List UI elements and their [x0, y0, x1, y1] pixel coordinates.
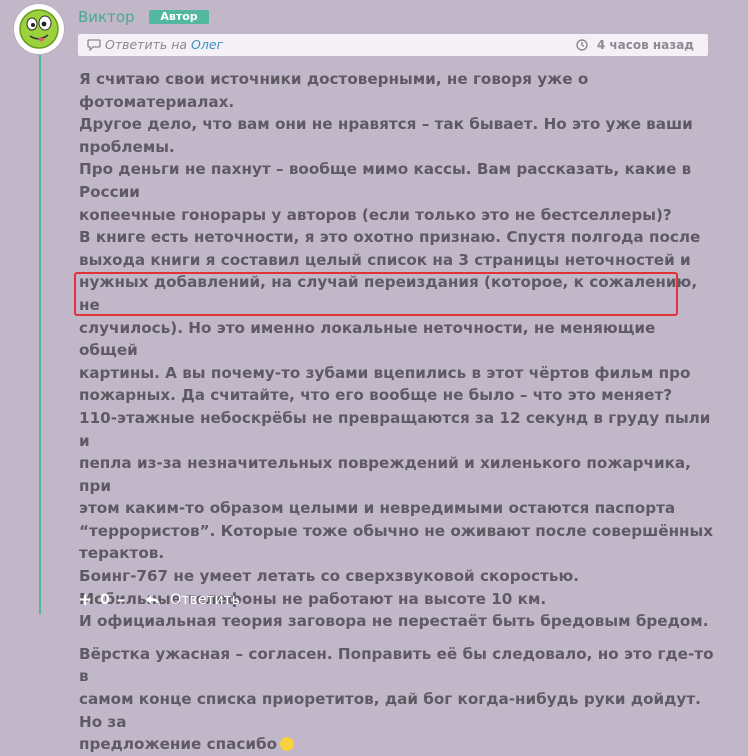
comment-line: пожарных. Да считайте, что его вообще не…	[79, 386, 673, 405]
comment-line: пепла из-за незначительных повреждений и…	[79, 454, 691, 495]
highlight-annotation-box	[74, 272, 678, 316]
vote-up-button[interactable]: +	[78, 590, 92, 610]
comment-line: Я считаю свои источники достоверными, не…	[79, 70, 589, 111]
author-badge: Автор	[149, 10, 209, 24]
author-name[interactable]: Виктор	[78, 8, 135, 26]
comment-timestamp[interactable]: 4 часов назад	[597, 34, 694, 56]
comment-line: копеечные гонорары у авторов (если тольк…	[79, 205, 672, 224]
comment-line: И официальная теория заговора не переста…	[79, 612, 709, 631]
avatar[interactable]	[14, 4, 64, 54]
smile-emoji-icon	[280, 737, 295, 752]
clock-icon	[576, 39, 588, 51]
comment-line: Боинг-767 не умеет летать со сверхзвуков…	[79, 567, 579, 586]
vote-down-button[interactable]: –	[117, 590, 126, 610]
vote-count: 0	[100, 592, 110, 608]
comment-line: терактов.	[79, 544, 165, 563]
comment-line: “террористов”. Которые тоже обычно не ож…	[79, 521, 714, 540]
comment-paragraph-2: Вёрстка ужасная – согласен. Поправить её…	[79, 643, 719, 756]
comment-footer: + 0 – Ответить	[78, 590, 240, 610]
reply-arrow-icon[interactable]	[145, 594, 161, 606]
reply-context-bar: Ответить на Олег 4 часов назад	[78, 34, 708, 56]
reply-prefix: Ответить на	[105, 37, 188, 52]
speech-bubble-icon	[87, 39, 101, 51]
reply-target-link[interactable]: Олег	[191, 34, 223, 56]
comment-line: Вёрстка ужасная – согласен. Поправить её…	[79, 644, 714, 686]
comment-line: случилось). Но это именно локальные нето…	[79, 318, 656, 360]
comment-line: предложение спасибо	[79, 735, 278, 754]
comment-paragraph-1: Я считаю свои источники достоверными, не…	[79, 68, 719, 633]
smiley-face-icon	[19, 9, 59, 49]
reply-button[interactable]: Ответить	[170, 592, 240, 608]
comment-line: проблемы.	[79, 137, 175, 156]
comment-line: В книге есть неточности, я это охотно пр…	[79, 228, 701, 247]
comment-line: 110-этажные небоскрёбы не превращаются з…	[79, 408, 711, 450]
comment-line: Другое дело, что вам они не нравятся – т…	[79, 115, 693, 134]
comment-body: Я считаю свои источники достоверными, не…	[79, 68, 719, 756]
comment-line: этом каким-то образом целыми и невредимы…	[79, 499, 676, 518]
comment-line: Про деньги не пахнут – вообще мимо кассы…	[79, 160, 692, 201]
thread-line	[39, 44, 41, 614]
comment-line: самом конце списка приоретитов, дай бог …	[79, 690, 701, 731]
comment-line: выхода книги я составил целый список на …	[79, 250, 691, 269]
comment-line: картины. А вы почему-то зубами вцепились…	[79, 363, 691, 382]
